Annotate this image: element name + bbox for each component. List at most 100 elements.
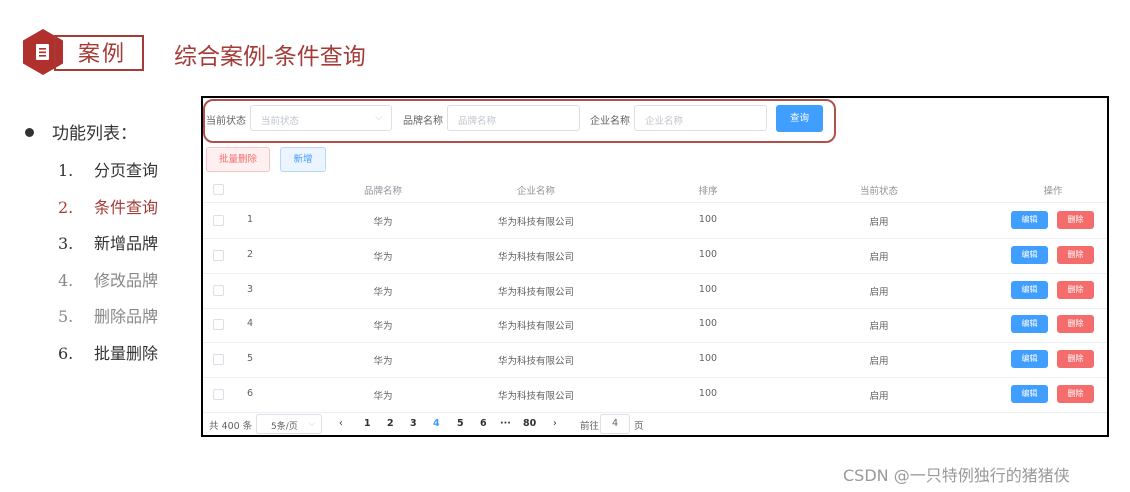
row-company: 华为科技有限公司 <box>497 391 574 402</box>
row-sort: 100 <box>698 318 718 330</box>
feature-item-label: 条件查询 <box>94 197 159 217</box>
status-label: 当前状态 <box>206 116 246 127</box>
bullet-icon <box>25 128 34 137</box>
column-header-sort: 排序 <box>698 186 718 197</box>
feature-item-number: 2. <box>58 197 74 217</box>
table-row: 5 华为 华为科技有限公司 100 启用 编辑 删除 <box>203 342 1107 379</box>
feature-item-number: 6. <box>58 343 74 363</box>
row-sort: 100 <box>698 248 718 260</box>
status-select[interactable]: 当前状态 ⌵ <box>250 105 392 131</box>
row-company: 华为科技有限公司 <box>497 251 574 263</box>
row-index: 6 <box>247 388 254 399</box>
row-status: 启用 <box>869 391 889 402</box>
row-status: 启用 <box>869 356 889 368</box>
delete-button[interactable]: 删除 <box>1057 385 1094 403</box>
delete-button[interactable]: 删除 <box>1057 315 1094 334</box>
row-sort: 100 <box>698 214 718 225</box>
row-sort: 100 <box>698 353 718 365</box>
row-index: 5 <box>247 353 254 365</box>
page-size-select[interactable]: 5条/页 ⌵ <box>256 414 322 434</box>
edit-button[interactable]: 编辑 <box>1011 385 1048 403</box>
page-number[interactable]: 2 <box>387 418 394 429</box>
next-page-icon[interactable]: › <box>553 418 557 429</box>
chevron-down-icon: ⌵ <box>375 113 382 123</box>
page-number[interactable]: 5 <box>457 418 464 429</box>
row-brand: 华为 <box>373 391 393 402</box>
row-status: 启用 <box>869 286 889 298</box>
row-brand: 华为 <box>373 356 393 368</box>
row-sort: 100 <box>698 283 718 295</box>
select-all-checkbox[interactable] <box>213 184 224 195</box>
feature-item-number: 5. <box>58 307 74 326</box>
row-company: 华为科技有限公司 <box>497 286 574 298</box>
feature-item: 5. 删除品牌 <box>58 303 158 327</box>
page-number[interactable]: 1 <box>364 418 371 429</box>
column-header-company: 企业名称 <box>516 186 555 197</box>
table-row: 2 华为 华为科技有限公司 100 启用 编辑 删除 <box>203 238 1107 274</box>
brand-input[interactable]: 品牌名称 <box>447 105 580 131</box>
delete-button[interactable]: 删除 <box>1057 211 1094 229</box>
row-checkbox[interactable] <box>213 215 224 226</box>
feature-list-title: 功能列表： <box>52 124 137 144</box>
feature-item-number: 1. <box>58 161 74 180</box>
column-header-actions: 操作 <box>1043 186 1063 197</box>
goto-page-input[interactable]: 4 <box>600 414 630 434</box>
page-number[interactable]: 3 <box>410 418 417 429</box>
row-checkbox[interactable] <box>213 389 224 400</box>
page-size-value: 5条/页 <box>271 422 298 432</box>
row-company: 华为科技有限公司 <box>497 217 574 228</box>
row-checkbox[interactable] <box>213 354 224 366</box>
delete-button[interactable]: 删除 <box>1057 245 1094 264</box>
feature-item: 6. 批量删除 <box>58 340 158 364</box>
case-badge-label: 案例 <box>78 42 127 67</box>
row-brand: 华为 <box>373 217 393 228</box>
row-checkbox[interactable] <box>213 249 224 261</box>
row-company: 华为科技有限公司 <box>497 321 574 333</box>
table-row: 1 华为 华为科技有限公司 100 启用 编辑 删除 <box>203 203 1107 239</box>
row-checkbox[interactable] <box>213 284 224 296</box>
feature-item-label: 分页查询 <box>94 161 159 180</box>
page-number[interactable]: 80 <box>523 418 536 429</box>
row-brand: 华为 <box>373 251 393 263</box>
prev-page-icon[interactable]: ‹ <box>339 418 343 429</box>
row-brand: 华为 <box>373 286 393 298</box>
edit-button[interactable]: 编辑 <box>1011 280 1048 299</box>
row-checkbox[interactable] <box>213 319 224 331</box>
edit-button[interactable]: 编辑 <box>1011 315 1048 334</box>
goto-unit: 页 <box>634 421 644 432</box>
pagination: 共 400 条 5条/页 ⌵ ‹ 1 2 3 4 5 6 ··· 80 › 前往 4 页 <box>203 412 1107 434</box>
row-company: 华为科技有限公司 <box>497 356 574 368</box>
row-status: 启用 <box>869 217 889 228</box>
company-input-placeholder: 企业名称 <box>645 116 684 127</box>
page-number[interactable]: 4 <box>433 418 440 429</box>
table-row: 4 华为 华为科技有限公司 100 启用 编辑 删除 <box>203 307 1107 344</box>
add-button[interactable]: 新增 <box>280 147 326 172</box>
feature-item: 4. 修改品牌 <box>58 267 158 291</box>
edit-button[interactable]: 编辑 <box>1011 211 1048 229</box>
feature-item: 2. 条件查询 <box>58 194 158 218</box>
brand-label: 品牌名称 <box>403 116 443 127</box>
row-status: 启用 <box>869 251 889 263</box>
feature-item: 3. 新增品牌 <box>58 230 158 254</box>
delete-button[interactable]: 删除 <box>1057 350 1094 369</box>
batch-delete-button[interactable]: 批量删除 <box>206 147 270 172</box>
query-button[interactable]: 查询 <box>776 105 823 132</box>
row-index: 4 <box>247 318 254 330</box>
feature-item-number: 4. <box>58 270 74 290</box>
ui-screenshot: 当前状态 当前状态 ⌵ 品牌名称 品牌名称 企业名称 企业名称 查询 批量删除 … <box>201 96 1109 437</box>
feature-item-number: 3. <box>58 234 74 253</box>
feature-item-label: 修改品牌 <box>94 270 159 290</box>
delete-button[interactable]: 删除 <box>1057 280 1094 299</box>
row-index: 1 <box>247 214 254 225</box>
feature-item: 1. 分页查询 <box>58 157 158 181</box>
company-input[interactable]: 企业名称 <box>634 105 767 131</box>
edit-button[interactable]: 编辑 <box>1011 350 1048 369</box>
row-status: 启用 <box>869 321 889 333</box>
edit-button[interactable]: 编辑 <box>1011 245 1048 264</box>
more-pages-icon[interactable]: ··· <box>500 418 511 429</box>
page-number[interactable]: 6 <box>480 418 487 429</box>
feature-item-label: 新增品牌 <box>94 234 159 253</box>
pagination-total: 共 400 条 <box>209 421 253 432</box>
row-sort: 100 <box>698 388 718 399</box>
brand-input-placeholder: 品牌名称 <box>458 116 497 127</box>
